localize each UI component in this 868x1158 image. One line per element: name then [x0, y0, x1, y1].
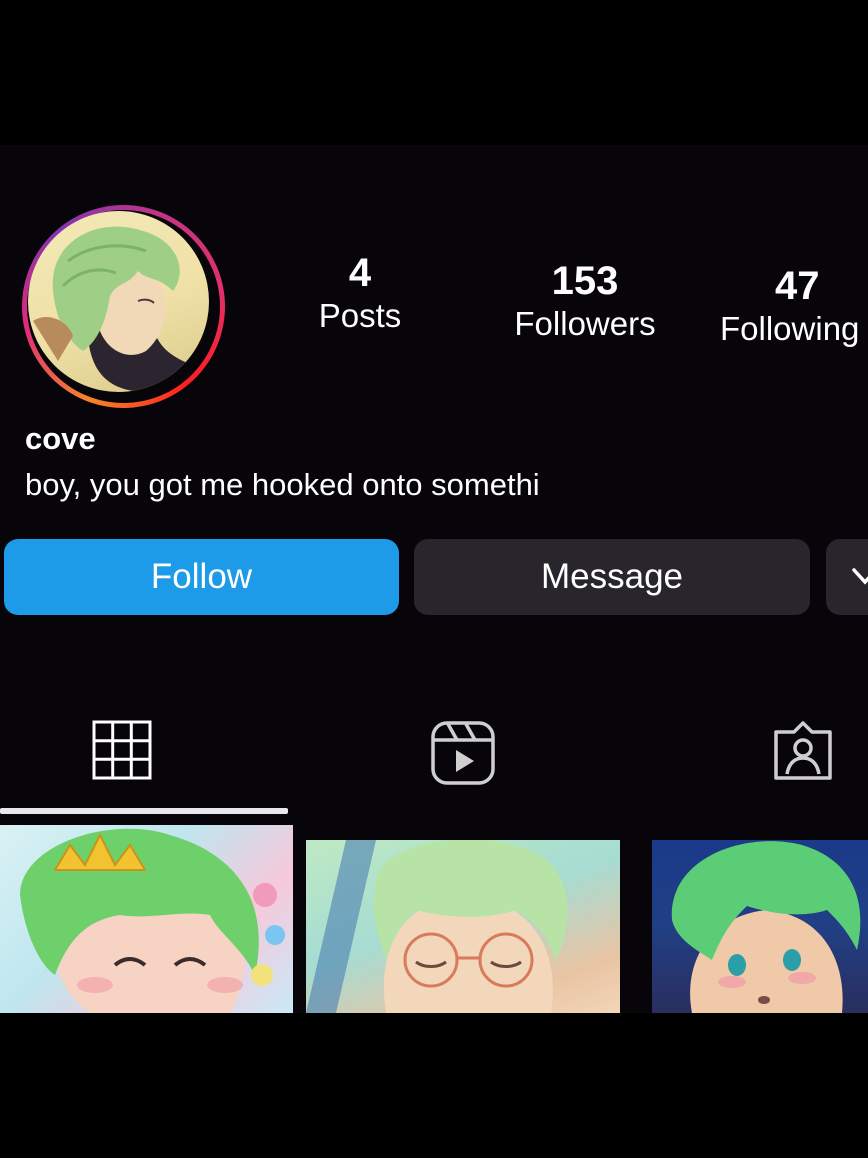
posts-count: 4 — [348, 251, 372, 295]
reels-icon — [431, 721, 495, 785]
followers-label: Followers — [514, 305, 656, 342]
following-label: Following — [720, 310, 860, 347]
profile-username: cove — [25, 421, 96, 456]
profile-avatar[interactable] — [28, 211, 209, 392]
follow-button-label: Follow — [150, 557, 253, 596]
chevron-down-icon — [852, 568, 868, 585]
post-thumbnail[interactable] — [652, 840, 868, 1013]
tab-grid[interactable] — [92, 720, 152, 785]
posts-label: Posts — [318, 297, 402, 334]
tab-reels[interactable] — [430, 720, 496, 791]
followers-stat[interactable]: 153 Followers — [490, 258, 680, 344]
post-image — [306, 840, 568, 1013]
bottom-letterbox — [0, 1013, 868, 1158]
post-image — [671, 841, 861, 1013]
story-ring[interactable] — [22, 205, 225, 408]
avatar-illustration — [33, 226, 209, 392]
follow-button[interactable]: Follow — [4, 539, 399, 615]
active-tab-indicator — [0, 808, 288, 814]
tab-tagged[interactable] — [772, 720, 834, 787]
grid-icon — [92, 720, 152, 780]
suggested-accounts-button[interactable] — [826, 539, 868, 615]
top-letterbox — [0, 0, 868, 145]
posts-stat[interactable]: 4 Posts — [300, 250, 420, 336]
profile-screen: 4 Posts 153 Followers 47 Following cove … — [0, 145, 868, 1013]
post-thumbnail[interactable] — [0, 825, 293, 1013]
message-button[interactable]: Message — [414, 539, 810, 615]
tagged-person-icon — [774, 721, 832, 780]
followers-count: 153 — [551, 259, 619, 303]
message-button-label: Message — [540, 557, 684, 596]
post-image — [20, 828, 285, 1013]
following-stat[interactable]: 47 Following — [720, 263, 868, 349]
profile-bio: boy, you got me hooked onto somethi — [25, 467, 540, 502]
post-thumbnail[interactable] — [306, 840, 620, 1013]
following-count: 47 — [775, 264, 820, 308]
